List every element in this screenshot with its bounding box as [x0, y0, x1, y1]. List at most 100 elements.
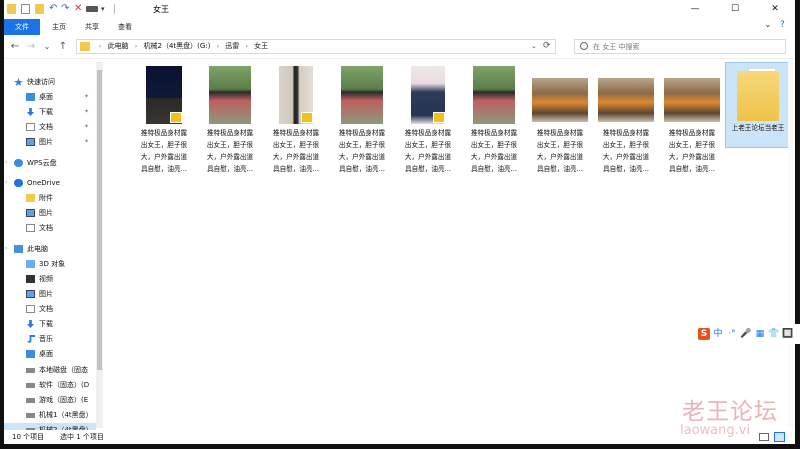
toolbox-icon[interactable]: 🔲 — [782, 328, 794, 340]
breadcrumb-current[interactable]: 女王 — [254, 42, 268, 50]
sidebar-item[interactable]: 桌面 ✦ — [4, 90, 96, 104]
sogou-logo-icon[interactable]: S — [698, 328, 710, 340]
close-button[interactable]: ✕ — [755, 0, 795, 19]
tab-file[interactable]: 文件 — [4, 19, 40, 35]
search-box[interactable]: 在 女王 中搜索 — [574, 39, 786, 54]
image-file-item[interactable]: 推特极品身材露 出女王，胆子很 大，户外露出道 具自慰，油亮... — [462, 64, 526, 179]
details-view-icon[interactable] — [759, 433, 769, 441]
ribbon-tabs: 文件 主页 共享 查看 ⌄ ? — [4, 19, 795, 35]
breadcrumb-drive[interactable]: 机械2（4t黑盘）(G:) — [144, 42, 211, 50]
sidebar-item[interactable]: 此电脑 › — [4, 242, 96, 256]
sidebar-item[interactable]: 图片 — [4, 287, 96, 301]
minimize-button[interactable]: — — [675, 0, 715, 19]
chinese-mode-icon[interactable]: 中 — [712, 328, 724, 340]
file-name-line: 大，户外露出道 — [602, 153, 650, 161]
tab-home[interactable]: 主页 — [41, 19, 77, 35]
expand-chevron-icon[interactable]: › — [5, 176, 7, 190]
sidebar-item[interactable]: 本地磁盘（固态 — [4, 363, 96, 377]
tab-share[interactable]: 共享 — [74, 19, 110, 35]
sidebar-item[interactable]: 视频 — [4, 272, 96, 286]
folder-item[interactable]: 上老王论坛当老王 — [725, 62, 791, 148]
download-icon — [26, 320, 35, 328]
back-button[interactable]: ← — [8, 39, 22, 55]
sidebar-item[interactable]: 桌面 — [4, 347, 96, 361]
breadcrumb: › 此电脑 › 机械2（4t黑盘）(G:) › 迅雷 › 女王 — [99, 40, 272, 53]
sidebar-item[interactable]: 游戏（固态）(E — [4, 393, 96, 407]
keyboard-icon[interactable]: ▦ — [754, 328, 766, 340]
sidebar-scroll-thumb[interactable] — [97, 70, 102, 370]
image-file-item[interactable]: 推特极品身材露 出女王，胆子很 大，户外露出道 具自慰，油亮... — [594, 64, 658, 179]
sidebar-item[interactable]: 文档 ✦ — [4, 120, 96, 134]
help-icon[interactable]: ? — [780, 20, 785, 30]
ime-toolbar: S 中 ·° 🎤 ▦ 👕 🔲 — [692, 324, 800, 344]
maximize-button[interactable]: ☐ — [715, 0, 755, 19]
rename-icon[interactable] — [86, 6, 98, 12]
forward-button[interactable]: → — [24, 39, 38, 55]
sidebar-item[interactable]: 机械1（4t黑盘） — [4, 408, 96, 422]
image-file-item[interactable]: 推特极品身材露 出女王，胆子很 大，户外露出道 具自慰，油亮... — [528, 64, 592, 179]
address-bar[interactable]: › 此电脑 › 机械2（4t黑盘）(G:) › 迅雷 › 女王 ⌄ ⟳ — [76, 39, 556, 54]
image-file-item[interactable]: 推特极品身材露 出女王，胆子很 大，户外露出道 具自慰，油亮... — [330, 64, 394, 179]
sidebar-scrollbar[interactable] — [96, 62, 103, 428]
drive-icon — [26, 383, 35, 388]
sidebar-item-label: 游戏（固态）(E — [39, 396, 89, 404]
up-button[interactable]: ↑ — [56, 39, 70, 55]
breadcrumb-xunlei[interactable]: 迅雷 — [225, 42, 239, 50]
file-name: 推特极品身材露 出女王，胆子很 大，户外露出道 具自慰，油亮... — [660, 127, 724, 175]
sidebar-item[interactable]: 3D 对象 — [4, 257, 96, 271]
expand-chevron-icon[interactable]: › — [5, 156, 7, 170]
file-name: 推特极品身材露 出女王，胆子很 大，户外露出道 具自慰，油亮... — [198, 127, 262, 175]
sidebar-item[interactable]: OneDrive › — [4, 176, 96, 190]
ribbon-expand-icon[interactable]: ⌄ — [764, 20, 772, 30]
sidebar-item[interactable]: 图片 ✦ — [4, 135, 96, 149]
breadcrumb-this-pc[interactable]: 此电脑 — [108, 42, 129, 50]
file-name-line: 具自慰，油亮... — [471, 165, 517, 173]
skin-icon[interactable]: 👕 — [768, 328, 780, 340]
sidebar-item[interactable]: 文档 — [4, 302, 96, 316]
file-name-line: 推特极品身材露 — [470, 129, 518, 137]
title-bar: ↶ ↷ ✕ ▾ 女王 — ☐ ✕ — [4, 0, 795, 19]
video-badge-icon — [433, 112, 445, 123]
sidebar-item[interactable]: 软件（固态）(D — [4, 378, 96, 392]
video-file-item[interactable]: 推特极品身材露 出女王，胆子很 大，户外露出道 具自慰，油亮... — [132, 64, 196, 179]
file-name-line: 具自慰，油亮... — [669, 165, 715, 173]
expand-chevron-icon[interactable]: › — [5, 242, 7, 256]
file-name-line: 出女王，胆子很 — [206, 141, 254, 149]
undo-icon[interactable]: ↶ — [49, 4, 58, 14]
new-folder-icon[interactable] — [35, 4, 44, 14]
video-file-item[interactable]: 推特极品身材露 出女王，胆子很 大，户外露出道 具自慰，油亮... — [396, 64, 460, 179]
sidebar-item-label: 下载 — [39, 320, 53, 328]
address-dropdown-icon[interactable]: ⌄ — [531, 40, 537, 53]
sidebar-item[interactable]: 文档 — [4, 221, 96, 235]
delete-icon[interactable]: ✕ — [74, 4, 83, 14]
microphone-icon[interactable]: 🎤 — [740, 328, 752, 340]
sidebar-item[interactable]: 音乐 — [4, 332, 96, 346]
redo-icon[interactable]: ↷ — [61, 4, 70, 14]
punctuation-icon[interactable]: ·° — [726, 328, 738, 340]
refresh-icon[interactable]: ⟳ — [543, 40, 551, 53]
customize-quick-access-icon[interactable]: ▾ — [101, 4, 110, 14]
file-name-line: 出女王，胆子很 — [668, 141, 716, 149]
file-name-line: 推特极品身材露 — [140, 129, 188, 137]
video-file-item[interactable]: 推特极品身材露 出女王，胆子很 大，户外露出道 具自慰，油亮... — [264, 64, 328, 179]
sidebar-item[interactable]: 下载 — [4, 317, 96, 331]
properties-icon[interactable] — [21, 4, 30, 14]
star-icon — [14, 78, 23, 86]
sidebar-item[interactable]: 图片 — [4, 206, 96, 220]
file-name-line: 推特极品身材露 — [668, 129, 716, 137]
sidebar-item-label: 机械1（4t黑盘） — [39, 411, 93, 419]
image-file-item[interactable]: 推特极品身材露 出女王，胆子很 大，户外露出道 具自慰，油亮... — [198, 64, 262, 179]
sidebar-item[interactable]: WPS云盘 › — [4, 156, 96, 170]
cube-icon — [26, 260, 35, 268]
large-icons-view-icon[interactable] — [774, 432, 785, 442]
sidebar-item-label: WPS云盘 — [27, 159, 57, 167]
image-file-item[interactable]: 推特极品身材露 出女王，胆子很 大，户外露出道 具自慰，油亮... — [660, 64, 724, 179]
content-scrollbar[interactable] — [788, 60, 795, 428]
sidebar-item[interactable]: 快速访问 — [4, 75, 96, 89]
tab-view[interactable]: 查看 — [107, 19, 143, 35]
recent-locations-button[interactable]: ⌄ — [40, 39, 54, 55]
file-name-line: 大，户外露出道 — [272, 153, 320, 161]
navigation-pane: 快速访问 桌面 ✦ 下载 ✦ 文档 ✦ 图片 ✦ WPS云盘 › OneDrive › 附件 图片 文档 此电脑… — [4, 60, 104, 437]
sidebar-item[interactable]: 下载 ✦ — [4, 105, 96, 119]
sidebar-item[interactable]: 附件 — [4, 191, 96, 205]
